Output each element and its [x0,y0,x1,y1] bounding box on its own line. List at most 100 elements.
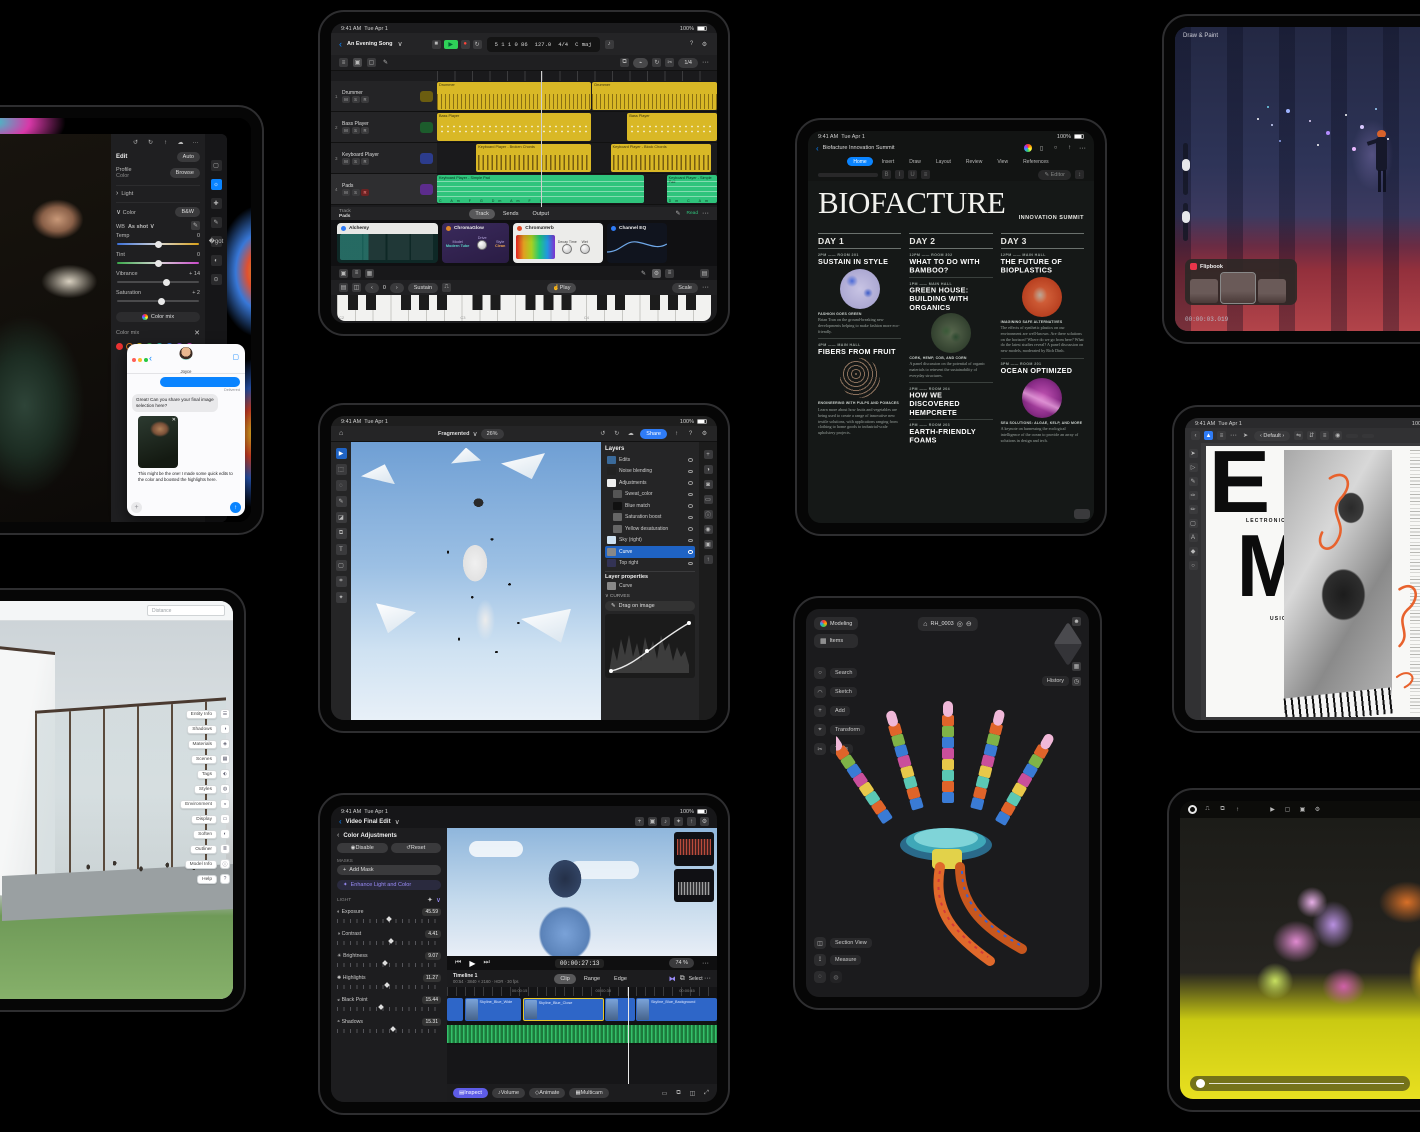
tab-insert[interactable]: Insert [876,157,901,166]
chevron-icon[interactable]: ∨ [436,896,441,904]
regions-icon[interactable]: ▢ [367,58,376,67]
shadows-slider[interactable]: ◓ Shadows15.31 [337,1018,441,1033]
undo-icon[interactable]: ↺ [131,138,140,147]
timeline-ruler[interactable]: 00:00:15 00:00:30 00:00:45 [447,987,717,996]
help-icon[interactable]: ? [687,40,696,49]
node-tool[interactable]: ▷ [1189,463,1198,472]
back-icon[interactable]: ‹ [339,817,342,826]
export-icon[interactable]: ↑ [672,429,681,438]
edit-icon[interactable]: ☼ [211,179,222,190]
text-tool[interactable]: A [1189,533,1198,542]
curves-graph[interactable] [605,614,695,678]
lock-icon[interactable]: ⎍ [1203,805,1212,814]
more-icon[interactable]: ··· [702,59,709,66]
size-slider[interactable] [1183,143,1188,195]
export-icon[interactable]: ↑ [704,555,713,564]
distance-input[interactable]: Distance [147,605,225,616]
italic-button[interactable]: I [895,170,904,179]
plugin-alchemy[interactable]: Alchemy [337,223,438,263]
attachment-photo[interactable]: ✕ [138,416,178,468]
play-button[interactable]: ▶ [444,40,458,49]
region[interactable]: Drummer [437,82,591,110]
connect-icon[interactable]: ⧓ [669,975,676,983]
browser-icon[interactable]: ▣ [353,58,362,67]
plus-button[interactable]: + [131,502,142,513]
shape-tool[interactable]: ▢ [1189,519,1198,528]
document-switcher[interactable]: ⌂ RH_0003 ◎ ⊖ [917,617,977,631]
persona-icon[interactable]: ▲ [1204,431,1213,440]
home-icon[interactable]: ⌂ [339,430,343,437]
play-button[interactable]: ▶ [469,959,475,968]
tab-review[interactable]: Review [960,157,988,166]
tuning-button[interactable]: ⌁ [633,58,648,68]
font-field[interactable] [818,173,878,177]
render-viewport[interactable] [1180,818,1420,1099]
page-thumbnail-button[interactable] [1074,509,1090,519]
tab-references[interactable]: References [1017,157,1055,166]
mic-icon[interactable]: ♪ [661,817,670,826]
wand-icon[interactable]: ✦ [427,896,433,904]
transform-tool[interactable]: ⬚ [336,464,347,475]
lasso-tool[interactable]: ◌ [336,480,347,491]
snap-value[interactable]: 1/4 [678,58,698,68]
overwrite-icon[interactable]: ⧉ [680,975,685,983]
drag-on-image-button[interactable]: ✎Drag on image [605,601,695,611]
flip-v-icon[interactable]: ⇵ [1307,431,1316,440]
split-icon[interactable]: ✂ [665,58,674,67]
layer-row[interactable]: Saturation boost [605,512,695,524]
frame-thumbnail[interactable] [1258,279,1286,303]
more-icon[interactable]: ··· [702,960,709,967]
zoom-tool[interactable]: ○ [1189,561,1198,570]
back-icon[interactable]: ‹ [337,832,339,839]
play-icon[interactable]: ▶ [1268,805,1277,814]
text-tool[interactable]: T [336,544,347,555]
window-controls[interactable] [132,349,150,367]
shadows-button[interactable]: Shadows◑ [187,724,230,734]
scenes-button[interactable]: Scenes▦ [191,754,230,764]
design-canvas[interactable]: E LECTRONIC M USIC [1201,443,1420,720]
history-button[interactable]: History [1042,676,1069,686]
tab-track[interactable]: Track [469,209,495,219]
track-row-pads[interactable]: 4 Pads MSR Keyboard Player - Simple PadC… [331,174,717,205]
plugin-chromaverb[interactable]: ChromaVerb Decay Time Wet [513,223,603,263]
curves-section-label[interactable]: ∨ CURVES [605,594,695,599]
group-icon[interactable]: ▣ [704,540,713,549]
compose-draft-text[interactable]: This might be the one! I made some quick… [138,471,238,483]
pen-tool[interactable]: ✎ [1189,477,1198,486]
document-title[interactable]: Fragmented [438,431,469,437]
tab-view[interactable]: View [991,157,1014,166]
skip-back-icon[interactable]: ⏮ [455,959,461,967]
redo-icon[interactable]: ↻ [146,138,155,147]
volume-button[interactable]: ♪ Volume [492,1088,525,1098]
saturation-slider[interactable] [117,300,199,302]
move-tool[interactable]: ▶ [336,448,347,459]
wireframe-toggle[interactable]: ◍ [830,971,842,983]
tab-layout[interactable]: Layout [930,157,957,166]
shape-tool[interactable]: ▢ [336,560,347,571]
browse-button[interactable]: Browse [170,168,200,178]
more-icon[interactable]: ··· [1079,145,1086,152]
devices-icon[interactable]: ▯ [1037,144,1046,153]
underline-button[interactable]: U [908,170,917,179]
cloud-icon[interactable]: ☁ [626,429,635,438]
share-icon[interactable]: ↑ [1065,144,1074,153]
help-icon[interactable]: ? [686,429,695,438]
back-icon[interactable]: ‹ [816,144,819,153]
camera-icon[interactable]: ▣ [648,817,657,826]
document-title[interactable]: Biofacture Innovation Summit [823,145,895,151]
materials-button[interactable]: Materials◈ [188,739,230,749]
region[interactable]: Keyboard Player - Simple PadDm C Am G [667,175,717,203]
scale-button[interactable]: Scale [672,283,698,293]
piano-keyboard[interactable]: C2 C3 C4 [337,295,711,321]
reset-button[interactable]: ↺ Reset [391,843,442,853]
pencil-tool[interactable]: ✏ [1189,505,1198,514]
order-button[interactable] [1362,434,1374,438]
trash-icon[interactable]: ▭ [660,1089,669,1098]
measure-button[interactable]: ⟟Measure [814,954,872,966]
back-icon[interactable]: ‹ [339,39,342,49]
clip[interactable]: Skyline_Blue_Wide [465,998,522,1021]
project-title[interactable]: Video Final Edit [346,819,391,825]
send-button[interactable]: ↑ [230,502,241,513]
tab-clip[interactable]: Clip [554,974,575,984]
help-button[interactable]: Help? [197,874,230,884]
